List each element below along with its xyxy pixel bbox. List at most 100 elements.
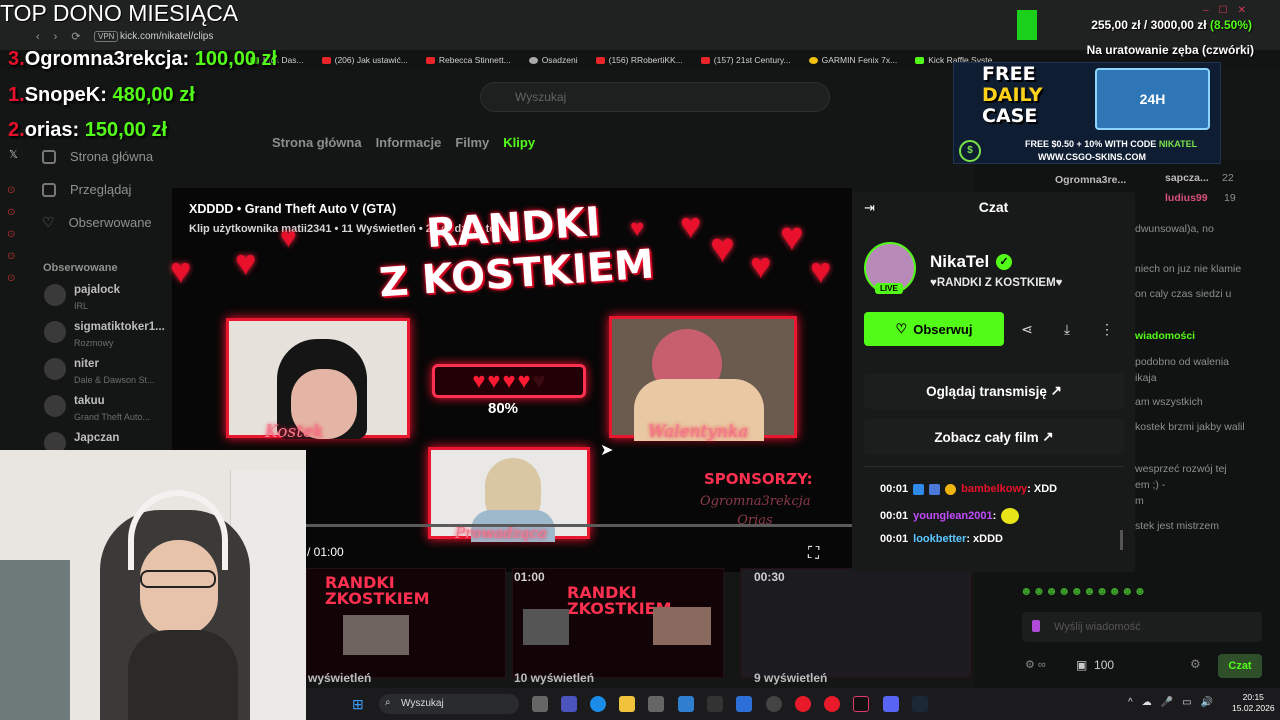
- bookmark-item[interactable]: Osadzeni: [528, 52, 578, 68]
- fullscreen-icon[interactable]: ⛶: [808, 545, 819, 563]
- external-link-icon: ↗: [1050, 383, 1062, 398]
- bookmark-item[interactable]: GARMIN Fenix 7x...: [808, 52, 897, 68]
- search-input[interactable]: Wyszukaj: [480, 82, 830, 112]
- following-item[interactable]: sigmatiktoker1... Rozmowy: [44, 321, 174, 358]
- nav-arrows-icon[interactable]: ‹›⟳: [36, 30, 95, 43]
- chat-message: 00:01 younglean2001:: [880, 508, 1020, 524]
- heart-decoration: ♥: [170, 250, 192, 291]
- chat-line: wesprzeć rozwój tej: [1135, 463, 1227, 475]
- case-crate: 24H: [1095, 68, 1210, 130]
- following-list: pajalock IRL sigmatiktoker1... Rozmowy nit…: [44, 284, 174, 469]
- taskbar-clock[interactable]: 20:15 15.02.2026: [1232, 692, 1275, 714]
- chat-settings-icon[interactable]: ⚙ ∞: [1025, 658, 1046, 671]
- clip-thumbnail[interactable]: [740, 568, 972, 678]
- address-bar[interactable]: kick.com/nikatel/clips: [120, 31, 213, 42]
- capcut-icon[interactable]: [707, 696, 723, 712]
- task-view-icon[interactable]: [532, 696, 548, 712]
- obs-icon[interactable]: [766, 696, 782, 712]
- chat-line: on caly czas siedzi u: [1135, 288, 1232, 300]
- steam-icon[interactable]: [912, 696, 928, 712]
- edge-icon[interactable]: [590, 696, 606, 712]
- store-icon[interactable]: [648, 696, 664, 712]
- following-item[interactable]: niter Dale & Dawson St...: [44, 358, 174, 395]
- gear-icon[interactable]: ⚙: [1190, 657, 1201, 671]
- x-icon[interactable]: 𝕏: [9, 148, 18, 161]
- tab-videos[interactable]: Filmy: [455, 135, 489, 150]
- avatar: [44, 321, 66, 343]
- download-icon[interactable]: ⤓: [1050, 312, 1084, 346]
- sidenav-following[interactable]: ♡ Obserwowane: [42, 206, 153, 239]
- system-tray-icons[interactable]: ^☁🎤▭🔊: [1128, 697, 1222, 708]
- clip-thumbnail[interactable]: RANDKI ZKOSTKIEM: [512, 568, 724, 678]
- vpn-badge[interactable]: VPN: [94, 31, 119, 42]
- thumb-duration: 01:00: [514, 570, 545, 584]
- thumb-duration: 00:30: [754, 570, 785, 584]
- heart-icon: ♥: [472, 368, 486, 393]
- heart-decoration: ♥: [750, 245, 772, 286]
- ad-offer: FREE $0.50 + 10% WITH CODE NIKATEL: [1025, 139, 1198, 149]
- send-chat-button[interactable]: Czat: [1218, 654, 1262, 678]
- channel-points[interactable]: ▣ 100: [1076, 658, 1114, 672]
- emote-icon[interactable]: [1032, 620, 1040, 632]
- bookmark-item[interactable]: (156) RRobertiKK...: [595, 52, 683, 68]
- chat-input[interactable]: Wyślij wiadomość: [1022, 612, 1262, 642]
- donor-row: 3.Ogromna3rekcja: 100,00 zł: [8, 48, 278, 70]
- app-icon[interactable]: [736, 696, 752, 712]
- camera-left: [226, 318, 410, 439]
- follow-button[interactable]: ♡ Obserwuj: [864, 312, 1004, 346]
- sidenav-home[interactable]: Strona główna: [42, 140, 153, 173]
- taskbar-search[interactable]: Wyszukaj: [379, 694, 519, 714]
- thumb-camera: [653, 607, 711, 645]
- heart-decoration: ♥: [780, 215, 804, 259]
- streamer-name[interactable]: NikaTel: [930, 252, 989, 272]
- opera-icon[interactable]: [795, 696, 811, 712]
- seek-bar[interactable]: [305, 524, 852, 527]
- bookmark-item[interactable]: (206) Jak ustawić...: [321, 52, 408, 68]
- following-item[interactable]: pajalock IRL: [44, 284, 174, 321]
- window-controls[interactable]: –☐✕: [1203, 5, 1256, 16]
- chat-message: 00:01 lookbetter: xDDD: [880, 533, 1003, 545]
- chat-line: em ;) -: [1135, 479, 1166, 491]
- watch-stream-button[interactable]: Oglądaj transmisję ↗: [864, 373, 1124, 409]
- emote-row[interactable]: ☻☻☻☻☻☻☻☻☻☻: [1020, 584, 1265, 602]
- popup-header: Czat: [978, 199, 1009, 215]
- bookmark-item[interactable]: (157) 21st Century...: [700, 52, 791, 68]
- streamer-webcam: [0, 450, 306, 720]
- bookmark-item[interactable]: Rebecca Stinnett...: [425, 52, 511, 68]
- windows-start-icon[interactable]: ⊞: [352, 696, 364, 713]
- scrollbar[interactable]: [1120, 530, 1123, 550]
- tiktok-icon[interactable]: [853, 696, 869, 712]
- chat-user[interactable]: ludius99: [1165, 190, 1208, 206]
- teams-icon[interactable]: [561, 696, 577, 712]
- sidenav-browse[interactable]: Przeglądaj: [42, 173, 153, 206]
- thumb-views: wyświetleń: [308, 671, 372, 685]
- following-item[interactable]: takuu Grand Theft Auto...: [44, 395, 174, 432]
- chat-user[interactable]: Ogromna3re...: [1055, 172, 1126, 188]
- tab-clips[interactable]: Klipy: [503, 135, 535, 150]
- emote-icon: [1001, 508, 1020, 524]
- tab-info[interactable]: Informacje: [376, 135, 442, 150]
- donation-goal: 255,00 zł / 3000,00 zł (8.50%): [1091, 18, 1252, 32]
- explorer-icon[interactable]: [619, 696, 635, 712]
- heart-icon: ♡: [42, 214, 55, 230]
- full-video-button[interactable]: Zobacz cały film ↗: [864, 419, 1124, 455]
- chat-user[interactable]: sapcza...: [1165, 170, 1209, 186]
- ad-headline: FREE DAILY CASE: [982, 63, 1043, 127]
- stream-title: ♥RANDKI Z KOSTKIEM♥: [930, 277, 1063, 289]
- chat-line: m: [1135, 495, 1144, 507]
- more-icon[interactable]: ⋮: [1090, 312, 1124, 346]
- divider: [864, 466, 1124, 467]
- live-badge: LIVE: [875, 283, 903, 294]
- sponsors-title: SPONSORZY:: [704, 470, 813, 488]
- collapse-icon[interactable]: ⇥: [864, 200, 875, 216]
- clip-thumbnail[interactable]: RANDKI ZKOSTKIEM: [306, 568, 506, 678]
- opera-gx-icon[interactable]: [824, 696, 840, 712]
- sponsor-name: Ogromna3rekcja: [700, 494, 811, 509]
- camera-label-left: Kostek: [265, 422, 324, 442]
- tab-home[interactable]: Strona główna: [272, 135, 362, 150]
- share-icon[interactable]: ⋖: [1010, 312, 1044, 346]
- mail-icon[interactable]: [678, 696, 694, 712]
- discord-icon[interactable]: [883, 696, 899, 712]
- chat-line: stek jest mistrzem: [1135, 520, 1220, 532]
- left-rail-icons[interactable]: ⊙ ⊙ ⊙ ⊙ ⊙: [7, 180, 21, 290]
